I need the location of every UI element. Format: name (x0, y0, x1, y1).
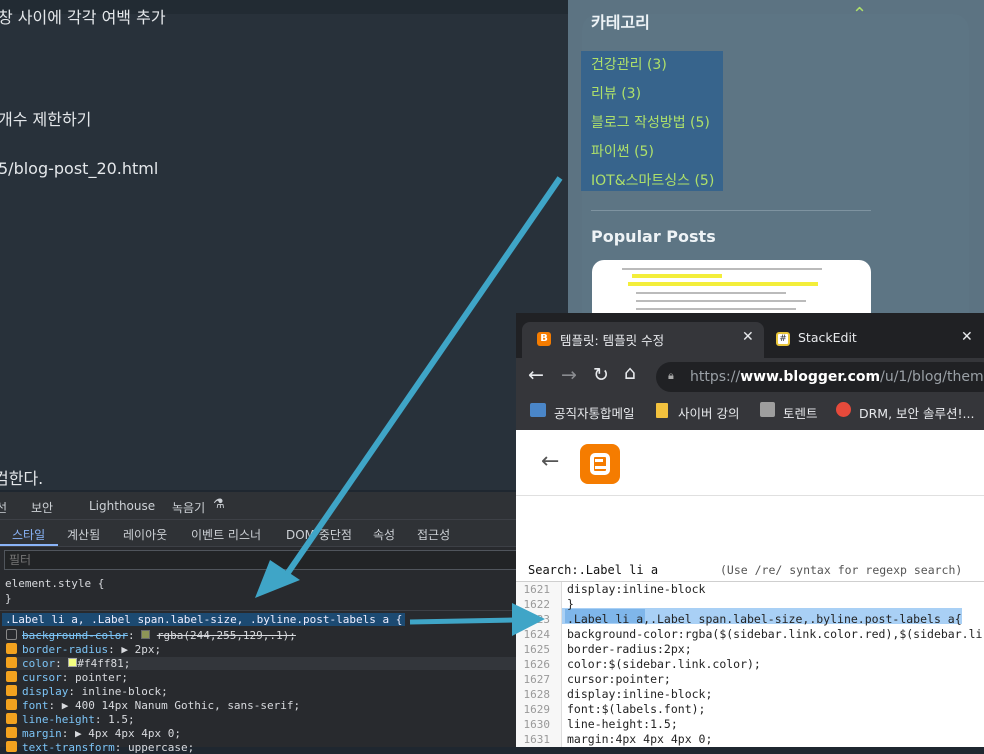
annotation-arrows (255, 176, 563, 636)
arrow-to-source (409, 617, 516, 625)
arrow-head (512, 603, 545, 636)
arrow-to-devtools (282, 176, 563, 579)
